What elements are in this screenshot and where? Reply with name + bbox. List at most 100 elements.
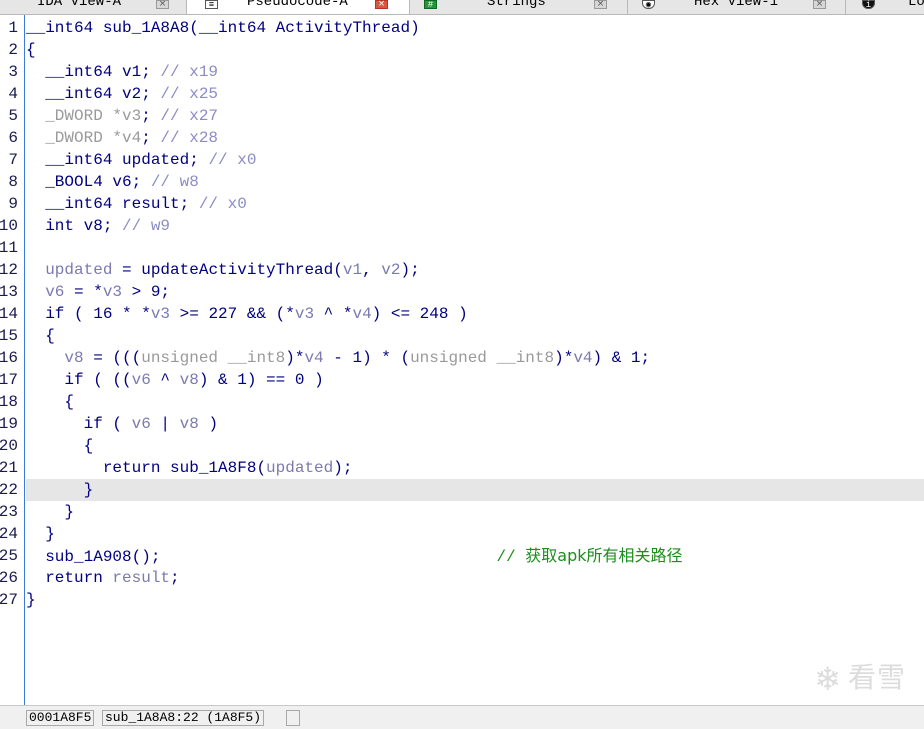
code-line[interactable]: {: [26, 435, 924, 457]
code-line[interactable]: return sub_1A8F8(updated);: [26, 457, 924, 479]
code-text[interactable]: - 1) * (: [324, 349, 410, 367]
code-text[interactable]: = (((: [84, 349, 141, 367]
code-line[interactable]: [26, 237, 924, 259]
code-line[interactable]: _DWORD *v4; // x28: [26, 127, 924, 149]
code-text[interactable]: if ( 16 * *: [26, 305, 151, 323]
code-variable[interactable]: v3: [151, 305, 170, 323]
code-text[interactable]: > 9;: [122, 283, 170, 301]
code-text[interactable]: _BOOL4 v6;: [26, 173, 151, 191]
code-text[interactable]: __int64 updated;: [26, 151, 208, 169]
code-text[interactable]: ,: [362, 261, 381, 279]
tab-ida-view-a[interactable]: IDA View-A ×: [0, 0, 187, 14]
code-text[interactable]: ) & 1;: [593, 349, 651, 367]
code-text[interactable]: )*: [554, 349, 573, 367]
close-icon[interactable]: ×: [156, 0, 169, 9]
code-variable[interactable]: v8: [180, 371, 199, 389]
code-line[interactable]: }: [26, 501, 924, 523]
code-text[interactable]: |: [151, 415, 180, 433]
code-text[interactable]: return: [26, 569, 112, 587]
code-line[interactable]: return result;: [26, 567, 924, 589]
code-text[interactable]: sub_1A908();: [26, 548, 160, 566]
code-line[interactable]: __int64 result; // x0: [26, 193, 924, 215]
code-line[interactable]: updated = updateActivityThread(v1, v2);: [26, 259, 924, 281]
code-variable[interactable]: v6: [45, 283, 64, 301]
code-variable[interactable]: updated: [45, 261, 112, 279]
code-text[interactable]: ;: [141, 129, 160, 147]
code-text[interactable]: ) & 1) == 0 ): [199, 371, 324, 389]
code-line[interactable]: v6 = *v3 > 9;: [26, 281, 924, 303]
code-text[interactable]: if ( ((: [26, 371, 131, 389]
code-variable[interactable]: v3: [295, 305, 314, 323]
code-line[interactable]: __int64 updated; // x0: [26, 149, 924, 171]
code-variable[interactable]: v2: [381, 261, 400, 279]
code-text[interactable]: }: [26, 503, 74, 521]
code-text[interactable]: return sub_1A8F8(: [26, 459, 266, 477]
code-text[interactable]: int v8;: [26, 217, 122, 235]
code-variable[interactable]: v8: [180, 415, 199, 433]
code-text[interactable]: {: [26, 41, 36, 59]
code-line[interactable]: }: [26, 523, 924, 545]
code-text[interactable]: [26, 261, 45, 279]
code-area[interactable]: __int64 sub_1A8A8(__int64 ActivityThread…: [26, 15, 924, 705]
code-line[interactable]: sub_1A908(); // 获取apk所有相关路径: [26, 545, 924, 567]
tab-pseudocode-a[interactable]: ≡ Pseudocode-A ×: [187, 0, 410, 14]
code-line[interactable]: {: [26, 325, 924, 347]
pseudocode-editor[interactable]: 1 2 3 4 5 6 7 8 9 10 11 12 13 14 15 16 1…: [0, 15, 924, 705]
code-text[interactable]: ): [199, 415, 218, 433]
code-text[interactable]: ^: [151, 371, 180, 389]
code-variable[interactable]: v1: [343, 261, 362, 279]
code-text[interactable]: __int64 v1;: [26, 63, 160, 81]
code-text[interactable]: __int64 sub_1A8A8(__int64 ActivityThread…: [26, 19, 420, 37]
code-line[interactable]: __int64 sub_1A8A8(__int64 ActivityThread…: [26, 17, 924, 39]
code-text[interactable]: if (: [26, 415, 132, 433]
code-text[interactable]: {: [26, 327, 55, 345]
code-variable[interactable]: v3: [103, 283, 122, 301]
code-line[interactable]: int v8; // w9: [26, 215, 924, 237]
code-text[interactable]: );: [400, 261, 419, 279]
code-text[interactable]: = *: [64, 283, 103, 301]
close-icon[interactable]: ×: [375, 0, 388, 9]
code-text[interactable]: ;: [170, 569, 180, 587]
code-line[interactable]: _DWORD *v3; // x27: [26, 105, 924, 127]
code-line[interactable]: if ( ((v6 ^ v8) & 1) == 0 ): [26, 369, 924, 391]
code-text[interactable]: [26, 349, 64, 367]
code-text[interactable]: = updateActivityThread(: [112, 261, 343, 279]
code-line[interactable]: if ( 16 * *v3 >= 227 && (*v3 ^ *v4) <= 2…: [26, 303, 924, 325]
code-line[interactable]: __int64 v1; // x19: [26, 61, 924, 83]
tab-lo[interactable]: i Lo: [846, 0, 924, 14]
code-text[interactable]: __int64 result;: [26, 195, 199, 213]
code-variable[interactable]: updated: [266, 459, 333, 477]
code-variable[interactable]: v4: [304, 349, 323, 367]
code-text[interactable]: )*: [285, 349, 304, 367]
code-text[interactable]: ) <= 248 ): [372, 305, 468, 323]
close-icon[interactable]: ×: [594, 0, 607, 9]
code-text[interactable]: }: [26, 591, 36, 609]
code-text[interactable]: _DWORD *v4: [26, 129, 141, 147]
code-variable[interactable]: v6: [132, 371, 151, 389]
code-variable[interactable]: v6: [132, 415, 151, 433]
code-line-current[interactable]: }: [26, 479, 924, 501]
code-line[interactable]: __int64 v2; // x25: [26, 83, 924, 105]
code-text[interactable]: }: [26, 525, 55, 543]
code-text[interactable]: ;: [141, 107, 160, 125]
code-text[interactable]: _DWORD *v3: [26, 107, 141, 125]
code-line[interactable]: {: [26, 391, 924, 413]
code-line[interactable]: }: [26, 589, 924, 611]
code-text[interactable]: __int64 v2;: [26, 85, 160, 103]
code-type[interactable]: unsigned __int8: [410, 349, 554, 367]
code-line[interactable]: {: [26, 39, 924, 61]
code-text[interactable]: ^ *: [314, 305, 353, 323]
code-text[interactable]: {: [26, 437, 94, 455]
tab-hex-view-1[interactable]: ◉ Hex View-1 ×: [628, 0, 846, 14]
code-text[interactable]: [26, 283, 45, 301]
code-type[interactable]: unsigned __int8: [141, 349, 285, 367]
code-text[interactable]: }: [26, 481, 94, 499]
code-line[interactable]: _BOOL4 v6; // w8: [26, 171, 924, 193]
tab-strings[interactable]: # Strings ×: [410, 0, 628, 14]
code-variable[interactable]: v4: [573, 349, 592, 367]
code-variable[interactable]: result: [112, 569, 170, 587]
code-variable[interactable]: v8: [64, 349, 83, 367]
code-variable[interactable]: v4: [352, 305, 371, 323]
code-text[interactable]: >= 227 && (*: [170, 305, 295, 323]
close-icon[interactable]: ×: [813, 0, 826, 9]
